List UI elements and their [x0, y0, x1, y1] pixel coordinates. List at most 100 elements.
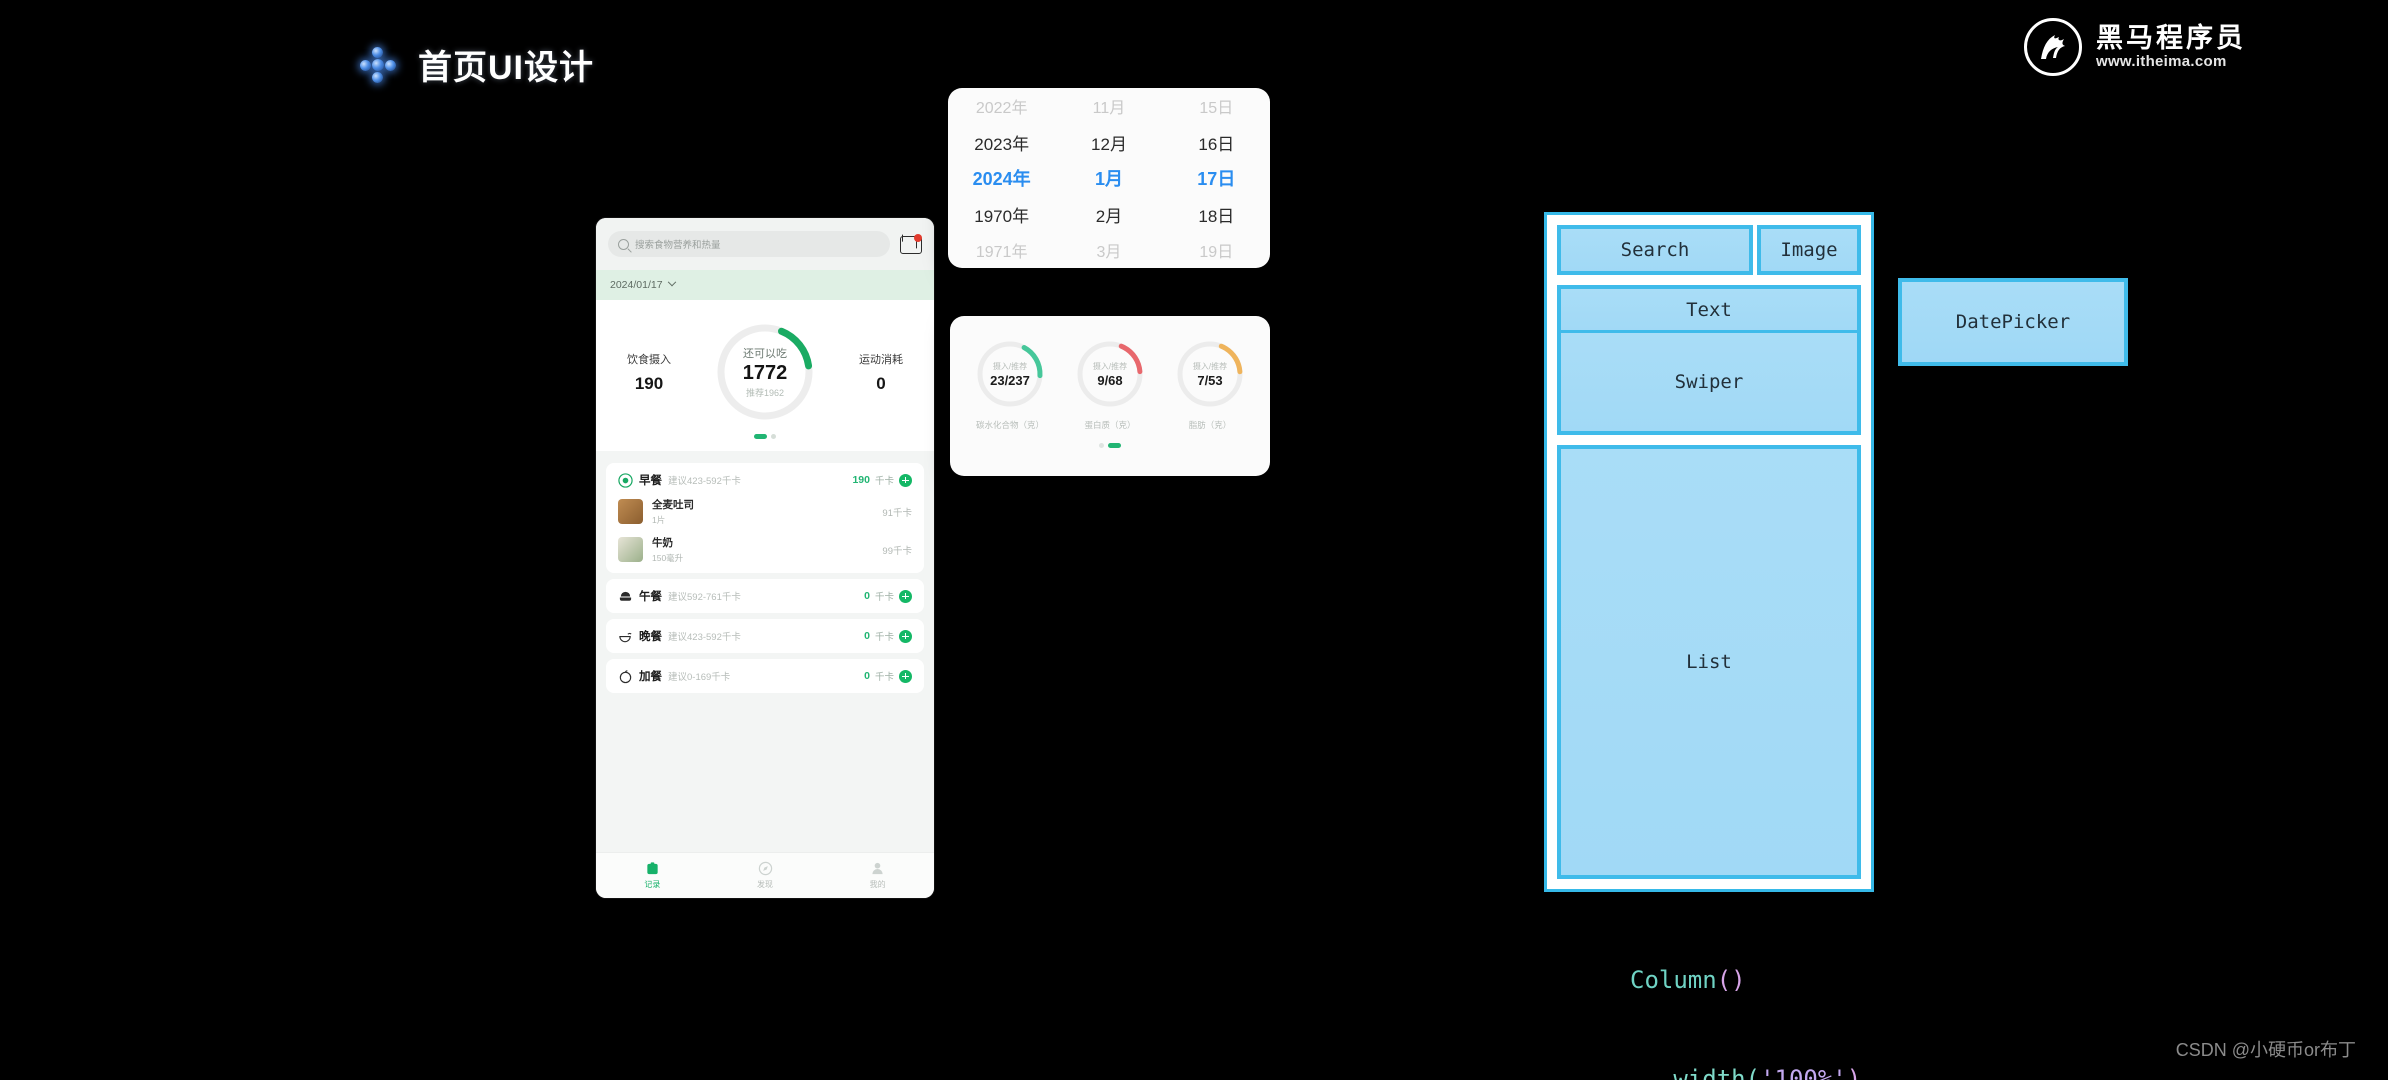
breakfast-icon [618, 472, 633, 488]
meal-kcal: 0 [864, 630, 870, 642]
diagram-text-block[interactable]: Text [1561, 289, 1857, 333]
search-placeholder: 搜索食物营养和热量 [635, 240, 721, 251]
picker-cell[interactable]: 18日 [1163, 196, 1270, 232]
intake-label: 饮食摄入 [627, 353, 671, 366]
food-name: 全麦吐司 [652, 499, 694, 511]
food-name: 牛奶 [652, 537, 673, 549]
tab-profile[interactable]: 我的 [821, 853, 934, 898]
tab-discover[interactable]: 发现 [709, 853, 822, 898]
picker-cell[interactable]: 1970年 [948, 196, 1055, 232]
burn-value: 0 [876, 373, 886, 393]
add-food-button[interactable] [899, 669, 912, 683]
nutrition-value: 9/68 [1097, 372, 1123, 388]
meal-name: 早餐 [639, 475, 662, 487]
code-fn: Column [1630, 966, 1717, 994]
date-selector[interactable]: 2024/01/17 [596, 270, 934, 300]
picker-cell-selected[interactable]: 2024年 [948, 160, 1055, 196]
carousel-dots[interactable] [950, 443, 1270, 448]
diagram-swiper-block[interactable]: Swiper [1561, 333, 1857, 431]
picker-cell[interactable]: 2月 [1055, 196, 1162, 232]
ring-sub: 推荐1962 [745, 388, 785, 398]
meal-card[interactable]: 晚餐 建议423-592千卡 0 千卡 [606, 619, 924, 653]
date-label: 2024/01/17 [610, 279, 663, 291]
meal-unit: 千卡 [874, 632, 894, 643]
chevron-down-icon [667, 277, 676, 287]
intake-value: 190 [634, 373, 664, 393]
add-food-button[interactable] [899, 589, 912, 603]
food-item[interactable]: 牛奶 150毫升 99千卡 [618, 535, 912, 564]
picker-cell[interactable]: 2022年 [948, 88, 1055, 124]
horse-head-icon [2024, 18, 2082, 76]
tab-label: 我的 [869, 880, 886, 889]
meal-name: 晚餐 [639, 631, 662, 643]
code-string: '100%' [1760, 1065, 1847, 1080]
add-food-button[interactable] [899, 473, 912, 487]
sparkle-icon [360, 46, 396, 83]
code-line-2: .width('100%') [1630, 1063, 1876, 1080]
picker-cell[interactable]: 19日 [1163, 232, 1270, 268]
meal-card[interactable]: 午餐 建议592-761千卡 0 千卡 [606, 579, 924, 613]
add-food-button[interactable] [899, 629, 912, 643]
nutrition-label: 碳水化合物（克） [975, 420, 1044, 430]
tab-record[interactable]: 记录 [596, 853, 709, 898]
burn-label: 运动消耗 [859, 353, 903, 366]
nutrition-ring: 摄入/推荐 23/237 [974, 338, 1046, 410]
search-input[interactable]: 搜索食物营养和热量 [608, 231, 890, 257]
burn-stat: 运动消耗 0 [844, 351, 918, 394]
code-line-1: Column() [1630, 964, 1876, 997]
picker-cell[interactable]: 2023年 [948, 124, 1055, 160]
phone-mockup: 搜索食物营养和热量 2024/01/17 饮食摄入 190 还可以吃 1772 … [596, 218, 934, 898]
nutrition-item: 摄入/推荐 7/53 脂肪（克） [1164, 338, 1256, 431]
nutrition-item: 摄入/推荐 9/68 蛋白质（克） [1064, 338, 1156, 431]
lunch-icon [619, 591, 632, 601]
picker-cell[interactable]: 12月 [1055, 124, 1162, 160]
mail-icon[interactable] [900, 234, 922, 254]
picker-cell[interactable]: 11月 [1055, 88, 1162, 124]
code-snippet: Column() .width('100%') .height('100%') [1630, 898, 1876, 1080]
diagram-list-block[interactable]: List [1557, 445, 1861, 879]
picker-cell-selected[interactable]: 1月 [1055, 160, 1162, 196]
meal-kcal: 0 [864, 590, 870, 602]
date-picker-day-column[interactable]: 15日 16日 17日 18日 19日 [1163, 88, 1270, 268]
diagram-top-row: Search Image [1557, 225, 1861, 275]
meal-card[interactable]: 早餐 建议423-592千卡 190 千卡 全麦吐司 1片 91千卡 牛奶 15… [606, 463, 924, 573]
notification-badge [914, 234, 922, 242]
brand-name: 黑马程序员 [2096, 23, 2246, 53]
diagram-search-block[interactable]: Search [1557, 225, 1753, 275]
meal-recommend: 建议423-592千卡 [668, 632, 741, 643]
slide-header: 首页UI设计 [360, 40, 594, 89]
ring-value: 1772 [742, 362, 788, 384]
carousel-dots[interactable] [612, 424, 918, 443]
meal-recommend: 建议423-592千卡 [668, 476, 741, 487]
diagram-image-block[interactable]: Image [1757, 225, 1861, 275]
food-kcal: 91千卡 [882, 507, 912, 519]
code-paren: () [1716, 966, 1746, 994]
date-picker-month-column[interactable]: 11月 12月 1月 2月 3月 [1055, 88, 1162, 268]
meal-list: 早餐 建议423-592千卡 190 千卡 全麦吐司 1片 91千卡 牛奶 15… [596, 451, 934, 693]
layout-diagram: Search Image Text Swiper List [1544, 212, 1874, 892]
meal-kcal: 0 [864, 670, 870, 682]
meal-kcal: 190 [852, 474, 870, 486]
nutrition-label: 蛋白质（克） [1084, 420, 1136, 430]
picker-cell[interactable]: 3月 [1055, 232, 1162, 268]
food-thumbnail [618, 499, 643, 524]
meal-unit: 千卡 [874, 592, 894, 603]
nutrition-value: 23/237 [990, 372, 1030, 388]
nutrition-ring: 摄入/推荐 9/68 [1074, 338, 1146, 410]
picker-cell[interactable]: 1971年 [948, 232, 1055, 268]
intake-stat: 饮食摄入 190 [612, 351, 686, 394]
brand-url: www.itheima.com [2096, 53, 2227, 70]
meal-unit: 千卡 [874, 672, 894, 683]
date-picker-year-column[interactable]: 2022年 2023年 2024年 1970年 1971年 [948, 88, 1055, 268]
picker-cell[interactable]: 16日 [1163, 124, 1270, 160]
calorie-summary: 饮食摄入 190 还可以吃 1772 推荐1962 运动消耗 0 [596, 300, 934, 451]
tab-label: 记录 [644, 880, 661, 889]
meal-card[interactable]: 加餐 建议0-169千卡 0 千卡 [606, 659, 924, 693]
picker-cell[interactable]: 15日 [1163, 88, 1270, 124]
picker-cell-selected[interactable]: 17日 [1163, 160, 1270, 196]
ring-title: 还可以吃 [743, 348, 787, 360]
meal-unit: 千卡 [874, 476, 894, 487]
food-item[interactable]: 全麦吐司 1片 91千卡 [618, 497, 912, 526]
diagram-datepicker-block[interactable]: DatePicker [1898, 278, 2128, 366]
date-picker-card[interactable]: 2022年 2023年 2024年 1970年 1971年 11月 12月 1月… [948, 88, 1270, 268]
